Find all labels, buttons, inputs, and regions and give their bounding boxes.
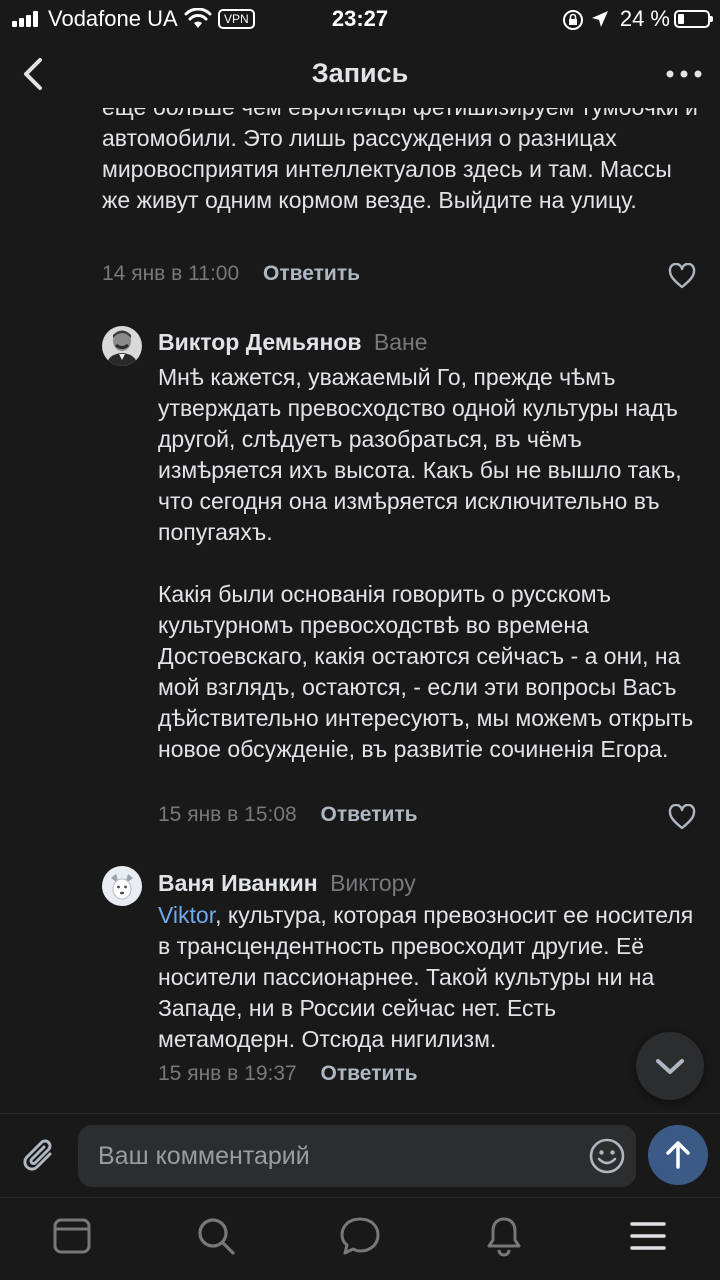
comment-header: Ваня Иванкин Виктору xyxy=(158,870,416,897)
send-button[interactable] xyxy=(648,1125,708,1185)
like-icon[interactable] xyxy=(668,263,696,289)
reply-button[interactable]: Ответить xyxy=(263,262,360,285)
clock: 23:27 xyxy=(331,6,389,31)
status-bar: Vodafone UA VPN 23:27 24 % xyxy=(0,0,720,40)
comment-body: , культура, которая превозносит ее носит… xyxy=(158,902,694,1052)
tab-bar xyxy=(0,1197,720,1280)
avatar[interactable] xyxy=(102,326,142,366)
like-icon[interactable] xyxy=(668,804,696,830)
comment-date: 15 янв в 19:37 xyxy=(158,1062,297,1085)
reply-button[interactable]: Ответить xyxy=(321,803,418,826)
comment-author[interactable]: Виктор Демьянов xyxy=(158,329,362,355)
comment-text: еще больше чем европейцы фетишизируем ту… xyxy=(102,108,698,213)
app-header: Запись xyxy=(0,40,720,108)
chevron-down-icon xyxy=(656,1059,684,1074)
battery-percent: 24 % xyxy=(619,6,670,31)
comment-date: 14 янв в 11:00 xyxy=(102,262,240,285)
comment-author[interactable]: Ваня Иванкин xyxy=(158,870,318,896)
comment-text: Viktor, культура, которая превозносит ее… xyxy=(158,900,698,1055)
more-icon[interactable] xyxy=(662,54,706,94)
avatar[interactable] xyxy=(102,866,142,906)
page-title: Запись xyxy=(311,58,409,88)
menu-icon[interactable] xyxy=(626,1214,670,1258)
comment-field[interactable] xyxy=(78,1125,636,1187)
comment-text: Мнѣ кажется, уважаемый Го, прежде чѣмъ у… xyxy=(158,364,694,762)
news-icon[interactable] xyxy=(50,1214,94,1258)
comment-composer xyxy=(0,1113,720,1197)
notifications-icon[interactable] xyxy=(482,1214,526,1258)
comment-date: 15 янв в 15:08 xyxy=(158,803,297,826)
comments-list: еще больше чем европейцы фетишизируем ту… xyxy=(0,108,720,1113)
rotation-lock-icon xyxy=(563,10,583,30)
scroll-down-button[interactable] xyxy=(636,1032,704,1100)
reply-button[interactable]: Ответить xyxy=(321,1062,418,1085)
reply-to[interactable]: Ване xyxy=(374,329,428,355)
comment-meta: 14 янв в 11:00 Ответить xyxy=(102,262,360,286)
location-icon xyxy=(592,11,608,27)
reply-to[interactable]: Виктору xyxy=(330,870,416,896)
comment-meta: 15 янв в 19:37 Ответить xyxy=(158,1062,418,1086)
arrow-up-icon xyxy=(666,1141,690,1169)
search-icon[interactable] xyxy=(194,1214,238,1258)
attach-icon[interactable] xyxy=(20,1134,60,1178)
mention-link[interactable]: Viktor xyxy=(158,902,215,928)
messages-icon[interactable] xyxy=(338,1214,382,1258)
comment-input[interactable] xyxy=(98,1125,578,1187)
emoji-icon[interactable] xyxy=(588,1137,626,1175)
comment-header: Виктор Демьянов Ване xyxy=(158,329,428,356)
battery-icon xyxy=(674,10,713,28)
comment-meta: 15 янв в 15:08 Ответить xyxy=(158,803,418,827)
